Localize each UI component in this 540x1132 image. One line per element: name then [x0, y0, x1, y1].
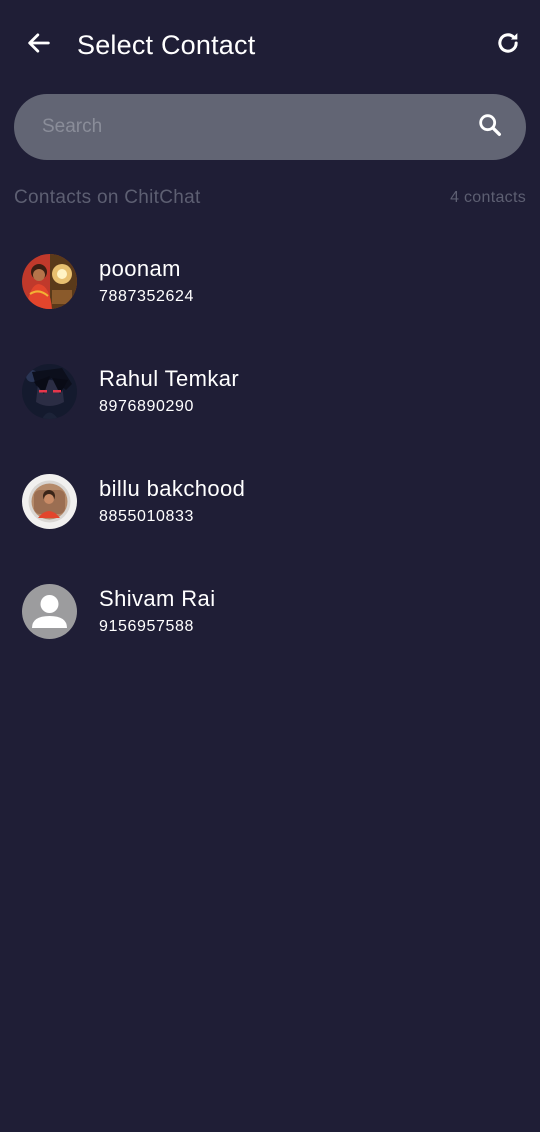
contact-item[interactable]: Rahul Temkar 8976890290	[0, 336, 540, 446]
search-input[interactable]	[42, 94, 462, 160]
section-label: Contacts on ChitChat	[14, 187, 201, 208]
avatar	[22, 474, 77, 529]
search-icon	[476, 111, 504, 144]
avatar	[22, 254, 77, 309]
default-person-icon	[22, 584, 77, 639]
contact-count: 4 contacts	[450, 189, 526, 206]
avatar	[22, 364, 77, 419]
refresh-button[interactable]	[491, 28, 525, 62]
contact-item[interactable]: poonam 7887352624	[0, 226, 540, 336]
back-button[interactable]	[22, 28, 56, 62]
search-button[interactable]	[472, 109, 508, 145]
search-bar	[14, 94, 526, 160]
contact-phone: 8976890290	[99, 398, 194, 415]
contact-item[interactable]: billu bakchood 8855010833	[0, 446, 540, 556]
arrow-left-icon	[25, 29, 53, 62]
contact-name: poonam	[99, 256, 181, 281]
contact-list: poonam 7887352624 Rahul Temkar 897689029…	[0, 226, 540, 666]
contact-phone: 9156957588	[99, 618, 194, 635]
contact-phone: 8855010833	[99, 508, 194, 525]
app-bar: Select Contact	[0, 0, 540, 90]
contact-name: billu bakchood	[99, 476, 246, 501]
page-title: Select Contact	[77, 30, 256, 60]
contact-item[interactable]: Shivam Rai 9156957588	[0, 556, 540, 666]
contact-name: Rahul Temkar	[99, 366, 240, 391]
contact-phone: 7887352624	[99, 288, 194, 305]
contact-name: Shivam Rai	[99, 586, 216, 611]
refresh-icon	[494, 29, 522, 62]
